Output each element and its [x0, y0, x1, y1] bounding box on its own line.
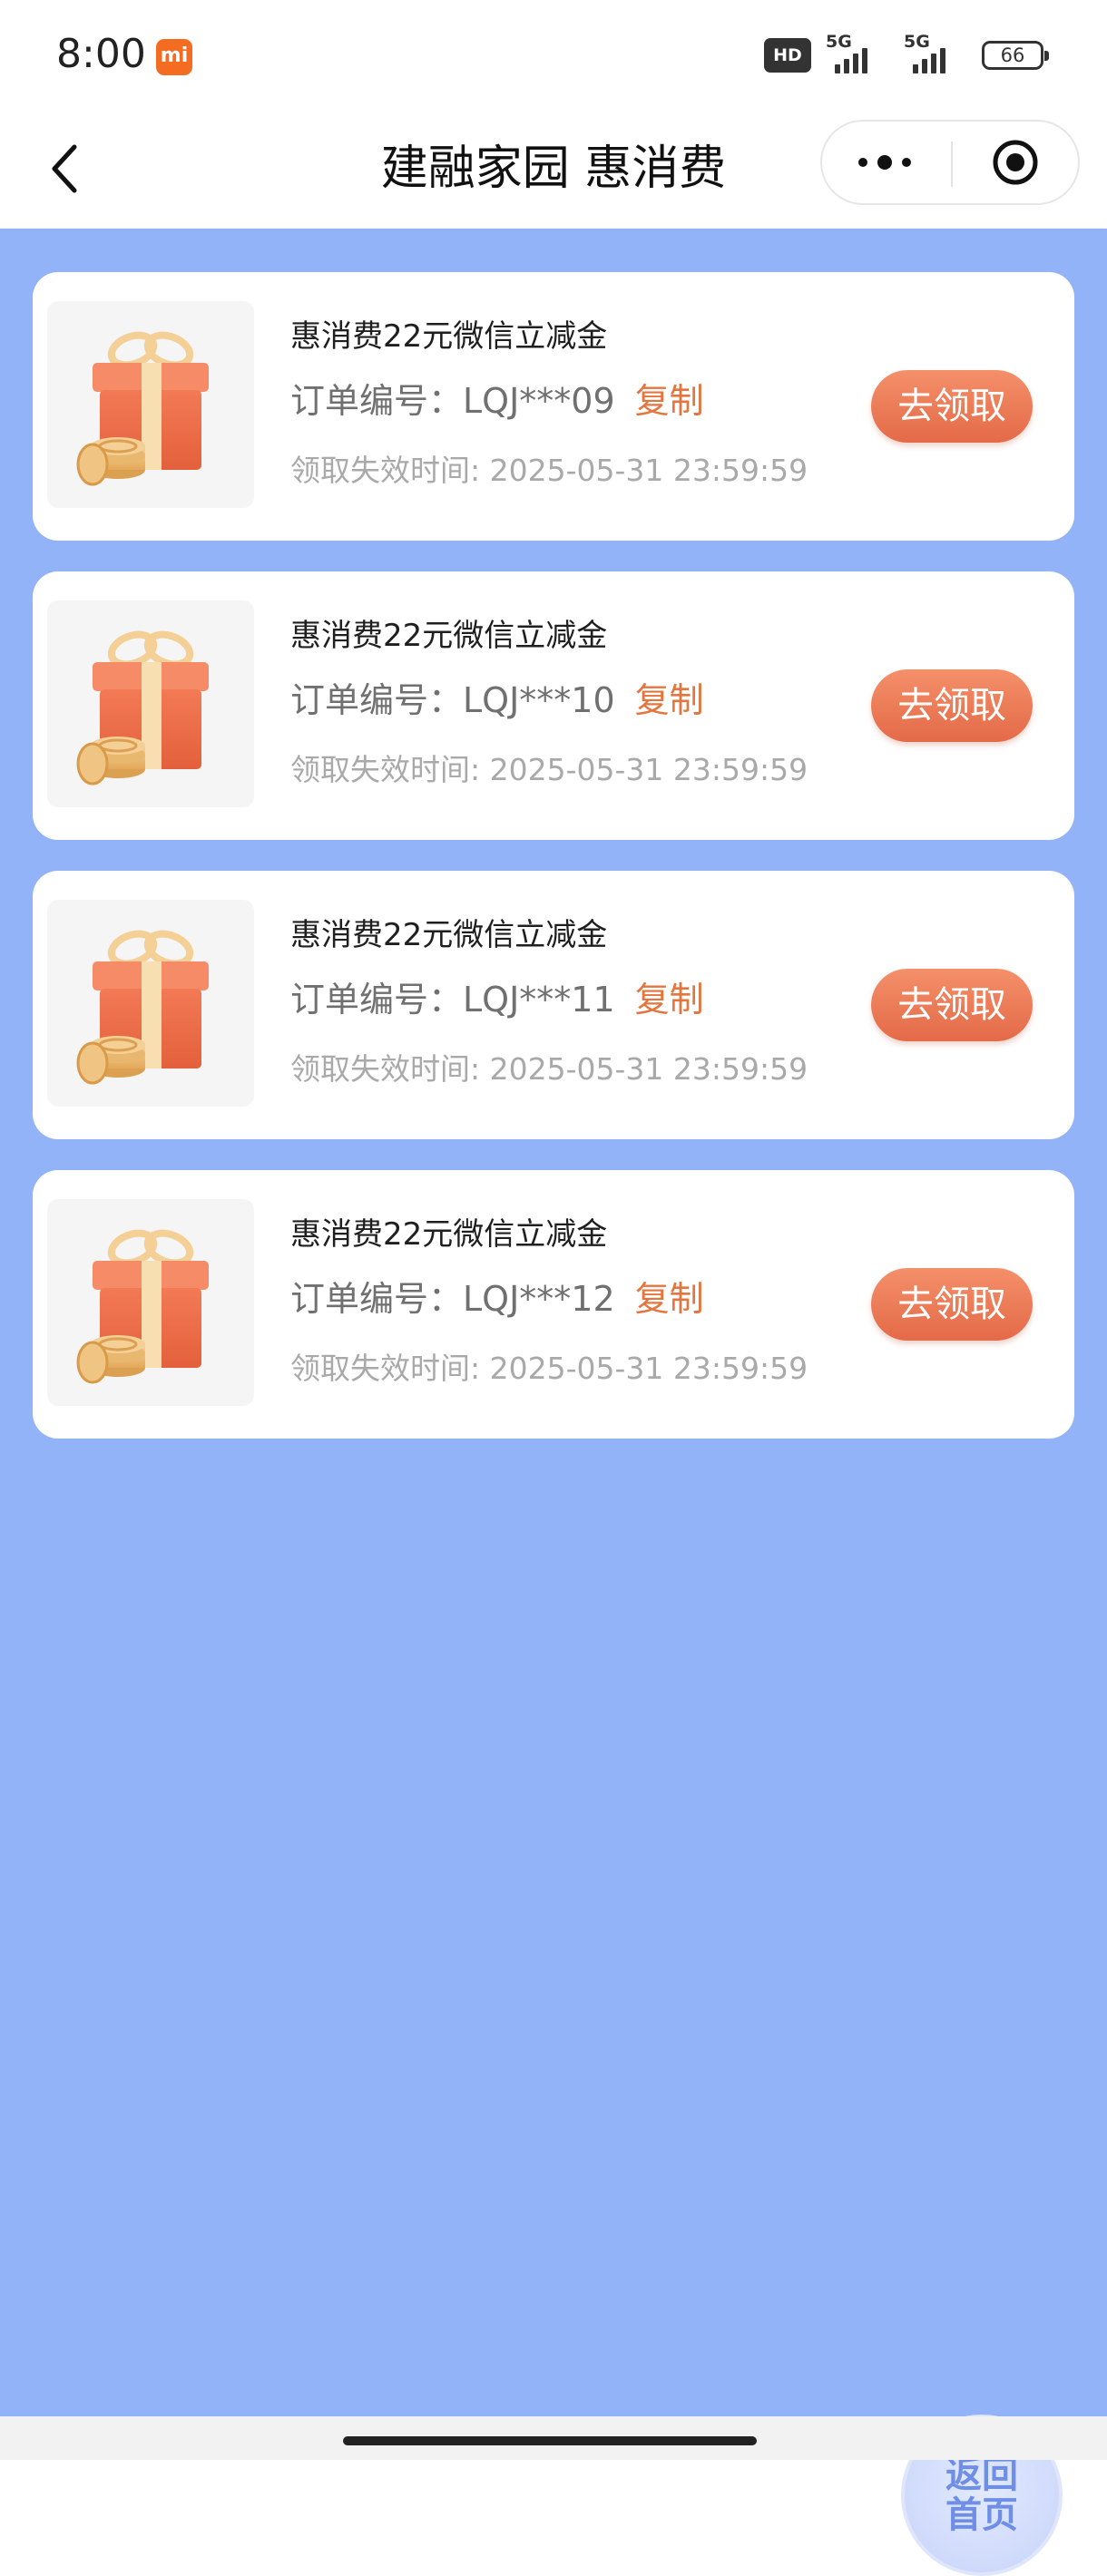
- order-label: 订单编号：: [290, 381, 464, 421]
- order-number: LQJ***12: [463, 1279, 615, 1319]
- order-label: 订单编号：: [290, 1279, 464, 1319]
- status-bar: 8:00 HD 5G 5G 66: [0, 0, 1107, 109]
- navigation-bar: 建融家园 惠消费: [0, 109, 1107, 229]
- mi-app-icon: [156, 39, 192, 75]
- order-number-row: 订单编号：LQJ***11 复制: [290, 976, 704, 1023]
- gesture-bar: [0, 2416, 1107, 2460]
- fab-line-1: 返回: [945, 2454, 1018, 2496]
- coupon-list-area: 惠消费22元微信立减金 订单编号：LQJ***09 复制 领取失效时间: 2025…: [0, 229, 1107, 2576]
- order-label: 订单编号：: [290, 980, 464, 1020]
- order-number: LQJ***11: [463, 980, 615, 1020]
- signal-icon-2: 5G: [904, 32, 967, 75]
- target-circle-icon: [993, 140, 1038, 185]
- coupon-card[interactable]: 惠消费22元微信立减金 订单编号：LQJ***12 复制 领取失效时间: 2025…: [33, 1170, 1074, 1439]
- expire-time: 领取失效时间: 2025-05-31 23:59:59: [290, 453, 808, 488]
- copy-button[interactable]: 复制: [635, 980, 704, 1020]
- gift-box-icon: [76, 331, 209, 486]
- gift-box-icon: [76, 630, 209, 785]
- coupon-thumbnail: [47, 301, 254, 508]
- coupon-card[interactable]: 惠消费22元微信立减金 订单编号：LQJ***09 复制 领取失效时间: 2025…: [33, 272, 1074, 541]
- order-label: 订单编号：: [290, 680, 464, 720]
- coupon-thumbnail: [47, 600, 254, 807]
- claim-button[interactable]: 去领取: [871, 1268, 1033, 1341]
- coupon-title: 惠消费22元微信立减金: [290, 1216, 608, 1253]
- status-time: 8:00: [56, 31, 146, 77]
- coupon-thumbnail: [47, 900, 254, 1107]
- claim-button[interactable]: 去领取: [871, 969, 1033, 1041]
- expire-time: 领取失效时间: 2025-05-31 23:59:59: [290, 1351, 808, 1386]
- claim-button[interactable]: 去领取: [871, 669, 1033, 742]
- order-number: LQJ***10: [463, 680, 615, 720]
- coupon-card[interactable]: 惠消费22元微信立减金 订单编号：LQJ***11 复制 领取失效时间: 2025…: [33, 871, 1074, 1139]
- order-number-row: 订单编号：LQJ***10 复制: [290, 677, 704, 724]
- close-mini-program-button[interactable]: [953, 122, 1078, 203]
- more-button[interactable]: [822, 122, 951, 203]
- expire-time: 领取失效时间: 2025-05-31 23:59:59: [290, 752, 808, 787]
- coupon-thumbnail: [47, 1199, 254, 1406]
- claim-button[interactable]: 去领取: [871, 370, 1033, 443]
- copy-button[interactable]: 复制: [635, 680, 704, 720]
- expire-time: 领取失效时间: 2025-05-31 23:59:59: [290, 1051, 808, 1087]
- copy-button[interactable]: 复制: [635, 381, 704, 421]
- coupon-title: 惠消费22元微信立减金: [290, 618, 608, 654]
- battery-icon: 66: [982, 41, 1049, 70]
- gift-box-icon: [76, 930, 209, 1085]
- gift-box-icon: [76, 1229, 209, 1384]
- more-dots-icon: [858, 155, 911, 170]
- order-number-row: 订单编号：LQJ***09 复制: [290, 377, 704, 424]
- coupon-card[interactable]: 惠消费22元微信立减金 订单编号：LQJ***10 复制 领取失效时间: 2025…: [33, 571, 1074, 840]
- coupon-title: 惠消费22元微信立减金: [290, 318, 608, 355]
- order-number-row: 订单编号：LQJ***12 复制: [290, 1275, 704, 1322]
- home-indicator[interactable]: [343, 2436, 757, 2445]
- fab-line-2: 首页: [945, 2494, 1018, 2536]
- hd-voice-icon: HD: [764, 38, 811, 73]
- order-number: LQJ***09: [463, 381, 615, 421]
- mini-program-capsule: [820, 120, 1080, 205]
- coupon-title: 惠消费22元微信立减金: [290, 917, 608, 953]
- copy-button[interactable]: 复制: [635, 1279, 704, 1319]
- signal-icon-1: 5G: [826, 32, 889, 75]
- status-indicators: HD 5G 5G 66: [764, 32, 1049, 76]
